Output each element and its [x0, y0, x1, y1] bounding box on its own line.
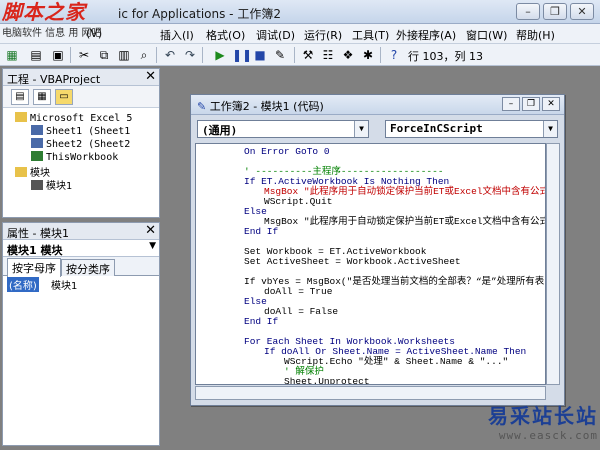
horizontal-scrollbar[interactable] — [195, 386, 546, 400]
property-name: (名称) — [7, 277, 39, 292]
project-panel: 工程 - VBAProject ✕ ▤ ▦ ▭ Microsoft Excel … — [2, 68, 160, 218]
project-tree: Microsoft Excel 5 Sheet1 (Sheet1 Sheet2 (S… — [3, 108, 159, 216]
code-window: ✎ 工作簿2 - 模块1 (代码) – ❐ ✕ (通用) ▼ ForceInCS… — [190, 94, 565, 406]
tree-item-label: 模块1 — [46, 181, 73, 192]
project-panel-title: 工程 - VBAProject ✕ — [3, 69, 159, 86]
save-icon[interactable]: ▣ — [50, 47, 66, 63]
paste-icon[interactable]: ▥ — [116, 47, 132, 63]
code-line: Sheet.Unprotect — [284, 376, 370, 385]
property-value[interactable]: 模块1 — [51, 277, 77, 292]
code-line: End If — [244, 316, 279, 327]
design-mode-icon[interactable]: ✎ — [272, 47, 288, 63]
watermark-url: www.easck.com — [498, 429, 598, 442]
close-button[interactable]: ✕ — [542, 97, 560, 111]
properties-panel-title: 属性 - 模块1 ✕ — [3, 223, 159, 240]
folder-icon — [15, 112, 27, 122]
close-button[interactable]: ✕ — [570, 3, 594, 20]
menu-item[interactable]: 调试(D) — [256, 27, 295, 43]
find-icon[interactable]: ⌕ — [136, 47, 152, 63]
code-window-title: ✎ 工作簿2 - 模块1 (代码) – ❐ ✕ — [191, 95, 564, 115]
close-icon[interactable]: ✕ — [145, 223, 156, 238]
tree-item[interactable]: Sheet2 (Sheet2 — [31, 138, 130, 151]
object-combo[interactable]: (通用) ▼ — [197, 120, 369, 138]
menu-item[interactable]: 帮助(H) — [516, 27, 555, 43]
properties-icon[interactable]: ☷ — [320, 47, 336, 63]
sheet-icon — [31, 138, 43, 148]
excel-view-icon[interactable]: ▦ — [4, 47, 20, 63]
tree-item-label: Microsoft Excel 5 — [30, 113, 133, 124]
tree-item[interactable]: Sheet1 (Sheet1 — [31, 125, 130, 138]
workbook-icon — [31, 151, 43, 161]
code-line: WScript.Quit — [264, 196, 333, 207]
properties-tabs: 按字母序 按分类序 — [3, 257, 159, 277]
code-line: On Error GoTo 0 — [244, 146, 330, 157]
procedure-combo[interactable]: ForceInCScript ▼ — [385, 120, 558, 138]
view-object-icon[interactable]: ▦ — [33, 89, 51, 105]
toolbox-icon[interactable]: ✱ — [360, 47, 376, 63]
module-icon — [31, 180, 43, 190]
code-line: doAll = True — [264, 286, 333, 297]
object-selector[interactable]: 模块1 模块 ▼ — [3, 240, 159, 257]
tree-item[interactable]: Microsoft Excel 5 — [15, 112, 132, 125]
sheet-icon — [31, 125, 43, 135]
tree-item[interactable]: ThisWorkbook — [31, 151, 118, 164]
tree-item-label: ThisWorkbook — [46, 152, 119, 163]
code-line: End If — [244, 226, 279, 237]
tab-categorized[interactable]: 按分类序 — [61, 259, 115, 276]
run-icon[interactable]: ▶ — [212, 47, 228, 63]
insert-module-icon[interactable]: ▤ — [28, 47, 44, 63]
pause-icon[interactable]: ❚❚ — [232, 47, 252, 63]
folder-icon — [15, 167, 27, 177]
watermark: 易采站长站 www.easck.com — [488, 400, 598, 442]
menu-item[interactable]: 格式(O) — [206, 27, 245, 43]
project-toolbar: ▤ ▦ ▭ — [3, 86, 159, 108]
minimize-button[interactable]: – — [516, 3, 540, 20]
cut-icon[interactable]: ✂ — [76, 47, 92, 63]
tree-item[interactable]: 模块1 — [31, 177, 73, 192]
code-editor[interactable]: On Error GoTo 0 ' ----------主程序----------… — [195, 143, 546, 385]
chevron-down-icon[interactable]: ▼ — [354, 121, 368, 137]
code-line: Set ActiveSheet = Workbook.ActiveSheet — [244, 256, 461, 267]
title-bar: 脚本之家 ic for Applications - 工作簿2 – ❐ ✕ — [0, 0, 600, 24]
minimize-button[interactable]: – — [502, 97, 520, 111]
property-row[interactable]: (名称) 模块1 — [3, 276, 159, 292]
restore-button[interactable]: ❐ — [543, 3, 567, 20]
properties-panel: 属性 - 模块1 ✕ 模块1 模块 ▼ 按字母序 按分类序 (名称) 模块1 — [2, 222, 160, 446]
watermark-name: 易采站长站 — [488, 404, 598, 428]
chevron-down-icon[interactable]: ▼ — [149, 241, 156, 251]
copy-icon[interactable]: ⧉ — [96, 47, 112, 63]
toolbar: ▦ ▤ ▣ ✂ ⧉ ▥ ⌕ ↶ ↷ ▶ ❚❚ ■ ✎ ⚒ ☷ ❖ ✱ ? 行 1… — [0, 44, 600, 66]
project-explorer-icon[interactable]: ⚒ — [300, 47, 316, 63]
menu-item[interactable]: 窗口(W) — [466, 27, 507, 43]
window-title: ic for Applications - 工作簿2 — [118, 7, 281, 21]
toggle-folders-icon[interactable]: ▭ — [55, 89, 73, 105]
window-controls: – ❐ ✕ — [516, 3, 594, 20]
tab-alphabetic[interactable]: 按字母序 — [7, 258, 61, 277]
menu-item[interactable]: 工具(T) — [352, 27, 389, 43]
menu-item[interactable]: 插入(I) — [160, 27, 194, 43]
object-browser-icon[interactable]: ❖ — [340, 47, 356, 63]
restore-button[interactable]: ❐ — [522, 97, 540, 111]
menu-item[interactable]: 运行(R) — [304, 27, 342, 43]
vertical-scrollbar[interactable] — [546, 143, 560, 385]
menu-item[interactable]: 外接程序(A) — [396, 27, 456, 43]
undo-icon[interactable]: ↶ — [162, 47, 178, 63]
stop-icon[interactable]: ■ — [252, 47, 268, 63]
tree-item-label: Sheet1 (Sheet1 — [46, 126, 131, 137]
site-logo: 脚本之家 — [2, 0, 86, 24]
redo-icon[interactable]: ↷ — [182, 47, 198, 63]
chevron-down-icon[interactable]: ▼ — [543, 121, 557, 137]
site-logo-subtext: 电脑软件 信息 用 网吧 — [2, 28, 102, 39]
tree-item-label: Sheet2 (Sheet2 — [46, 139, 131, 150]
help-icon[interactable]: ? — [386, 47, 402, 63]
cursor-position: 行 103，列 13 — [408, 50, 483, 63]
module-icon: ✎ — [197, 100, 207, 113]
code-line: MsgBox "此程序用于自动锁定保护当前ET或Excel文档中含有公式 — [264, 216, 546, 227]
tree-item[interactable]: 模块 — [15, 164, 50, 179]
view-code-icon[interactable]: ▤ — [11, 89, 29, 105]
close-icon[interactable]: ✕ — [145, 69, 156, 84]
